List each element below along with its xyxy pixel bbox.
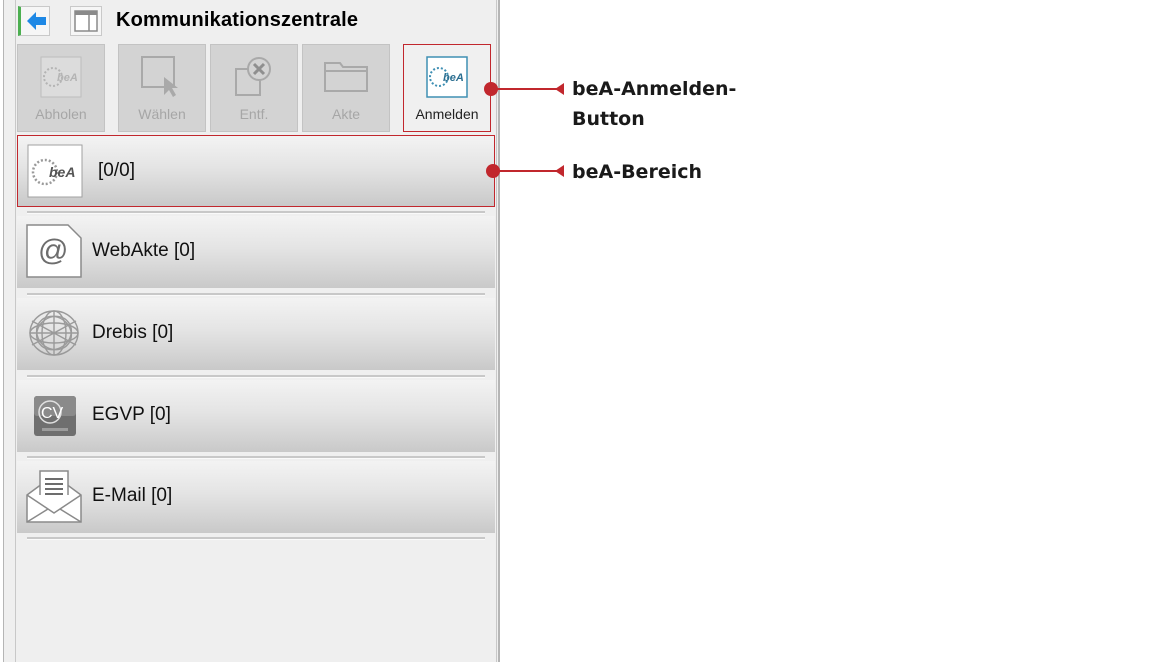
list-item-label: EGVP [0] [92,404,171,425]
list-item-label: WebAkte [0] [92,240,196,261]
svg-text:@: @ [38,234,68,267]
callout-anmelden-line1: beA-Anmelden- [572,78,737,100]
bea-logo-icon: beA [40,56,82,98]
akte-button[interactable]: Akte [302,44,390,132]
waehlen-label: Wählen [138,106,186,122]
divider [27,211,485,214]
callout-anmelden-line2: Button [572,108,645,130]
globe-mesh-icon [29,310,79,356]
callout-marker-dot [486,164,500,178]
svg-text:beA: beA [443,72,464,84]
anmelden-button[interactable]: beA Anmelden [403,44,491,132]
bea-logo-icon: beA [426,56,468,98]
at-sign-icon: @ [26,224,82,278]
callout-marker-dot [484,82,498,96]
divider [27,375,485,378]
akte-label: Akte [331,106,360,122]
list-item-label: Drebis [0] [92,322,174,343]
callout-anmelden: beA-Anmelden- Button [572,74,736,134]
toolbar: beA Abholen Wählen Entf. Akte beA Anmeld… [17,44,497,132]
list-item-email[interactable]: E-Mail [0] [17,461,495,533]
delete-document-icon [235,57,271,96]
folder-icon [324,62,368,92]
list-item-egvp[interactable]: CV EGVP [0] [17,380,495,452]
list-item-label: E-Mail [0] [92,485,173,506]
layout-toggle-button[interactable] [70,6,102,36]
list-item-drebis[interactable]: Drebis [0] [17,298,495,370]
page-title: Kommunikationszentrale [116,9,359,31]
svg-text:CV: CV [41,405,64,422]
svg-text:beA: beA [49,164,75,180]
title-bar: Kommunikationszentrale [18,6,498,38]
callout-bereich: beA-Bereich [572,161,703,183]
envelope-letter-icon [26,470,82,523]
cv-logo-icon: CV [34,396,76,436]
anmelden-label: Anmelden [415,106,479,122]
entfernen-label: Entf. [239,106,269,122]
callout-line [499,170,559,172]
list-item-webakte[interactable]: @ WebAkte [0] [17,216,495,288]
callout-line [497,88,559,90]
entfernen-button[interactable]: Entf. [210,44,298,132]
callout-arrow-icon [555,83,564,95]
abholen-label: Abholen [35,106,87,122]
back-button[interactable] [18,6,50,36]
divider [27,537,485,540]
select-cursor-icon [141,56,178,97]
abholen-button[interactable]: beA Abholen [17,44,105,132]
waehlen-button[interactable]: Wählen [118,44,206,132]
back-arrow-icon [27,12,46,30]
window-layout-icon [74,10,98,32]
divider [27,293,485,296]
list-item-bea[interactable]: beA [0/0] [17,135,495,207]
divider [27,456,485,459]
callout-arrow-icon [555,165,564,177]
svg-text:beA: beA [57,72,78,84]
bea-logo-icon: beA [27,144,83,198]
list-item-label: [0/0] [98,160,135,181]
